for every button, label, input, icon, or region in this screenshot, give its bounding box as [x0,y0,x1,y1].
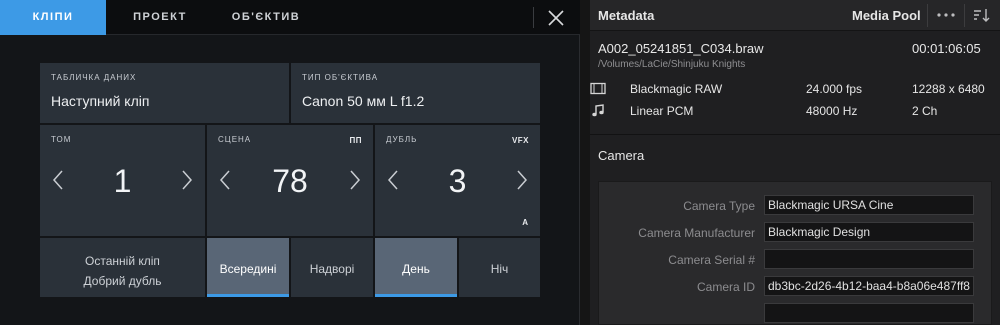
camera-serial-row: Camera Serial # [599,249,993,269]
day-button[interactable]: День [375,238,457,297]
music-note-icon [592,104,604,117]
reel-label: ТОМ [51,135,72,144]
camera-type-row: Camera Type Blackmagic URSA Cine [599,195,993,215]
audio-codec: Linear PCM [630,104,694,118]
header-divider [927,4,928,27]
data-plate-label: ТАБЛИЧКА ДАНИХ [51,73,137,82]
interior-label: Всередині [219,262,277,276]
lens-type-value: Canon 50 мм L f1.2 [302,93,425,109]
audio-channels: 2 Ch [912,104,938,118]
camera-id-label: Camera ID [696,280,755,294]
last-clip-good-take-button[interactable]: Останній кліп Добрий дубль [40,238,205,297]
last-clip-label: Останній кліп [85,254,160,268]
slate-tab-bar: КЛІПИ ПРОЕКТ ОБ'ЄКТИВ [0,0,580,35]
camera-manufacturer-field[interactable]: Blackmagic Design [764,222,974,242]
lens-type-cell[interactable]: ТИП ОБ'ЄКТИВА Canon 50 мм L f1.2 [291,63,540,123]
camera-section-title[interactable]: Camera [598,148,644,163]
slate-panel: КЛІПИ ПРОЕКТ ОБ'ЄКТИВ ТАБЛИЧКА ДАНИХ Нас… [0,0,580,325]
video-resolution: 12288 x 6480 [912,82,985,96]
data-plate-value: Наступний кліп [51,93,150,109]
more-options-icon[interactable] [936,13,956,17]
tab-project[interactable]: ПРОЕКТ [112,0,208,35]
reel-cell: ТОМ 1 [40,125,205,236]
day-label: День [402,262,430,276]
reel-increment-icon[interactable] [181,169,193,191]
video-fps: 24.000 fps [806,82,863,96]
clip-duration: 00:01:06:05 [912,41,981,56]
metadata-header: Metadata Media Pool [590,0,1000,31]
camera-extra-row [599,303,993,323]
take-cell: ДУБЛЬ VFX 3 A [375,125,540,236]
metadata-panel: Metadata Media Pool A002_05241851_C034.b… [590,0,1000,325]
camera-manufacturer-label: Camera Manufacturer [638,226,755,240]
tab-lens[interactable]: ОБ'ЄКТИВ [218,0,314,35]
day-selected-bar [375,294,457,297]
video-codec: Blackmagic RAW [630,82,723,96]
tab-clips[interactable]: КЛІПИ [0,0,106,35]
header-divider [964,4,965,27]
lens-type-label: ТИП ОБ'ЄКТИВА [302,73,379,82]
section-divider [590,134,1000,135]
take-label: ДУБЛЬ [386,135,418,144]
camera-manufacturer-row: Camera Manufacturer Blackmagic Design [599,222,993,242]
scene-tag[interactable]: ПП [350,136,363,145]
close-icon[interactable] [545,7,567,29]
data-plate-cell[interactable]: ТАБЛИЧКА ДАНИХ Наступний кліп [40,63,289,123]
camera-type-label: Camera Type [683,199,755,213]
audio-rate: 48000 Hz [806,104,858,118]
take-increment-icon[interactable] [516,169,528,191]
clip-path: /Volumes/LaCie/Shinjuku Knights [598,59,746,70]
scene-increment-icon[interactable] [349,169,361,191]
camera-extra-field[interactable] [764,303,974,323]
take-tag[interactable]: VFX [512,136,529,145]
audio-properties-row: Linear PCM 48000 Hz 2 Ch [590,104,1000,120]
night-button[interactable]: Ніч [459,238,540,297]
scene-cell: СЦЕНА ПП 78 [207,125,373,236]
video-properties-row: Blackmagic RAW 24.000 fps 12288 x 6480 [590,82,1000,98]
clip-name: A002_05241851_C034.braw [598,41,764,56]
exterior-button[interactable]: Надворі [291,238,373,297]
camera-fields-panel: Camera Type Blackmagic URSA Cine Camera … [598,181,992,325]
tab-bar-divider [533,7,534,28]
film-icon [590,82,606,95]
exterior-label: Надворі [309,262,355,276]
camera-id-field[interactable]: db3bc-2d26-4b12-baa4-b8a06e487ff8 [764,276,974,296]
scene-label: СЦЕНА [218,135,252,144]
camera-serial-field[interactable] [764,249,974,269]
interior-selected-bar [207,294,289,297]
interior-button[interactable]: Всередині [207,238,289,297]
sort-icon[interactable] [973,8,991,23]
metadata-title: Metadata [598,8,655,23]
camera-type-field[interactable]: Blackmagic URSA Cine [764,195,974,215]
night-label: Ніч [490,262,509,276]
take-flag: A [522,218,528,227]
camera-id-row: Camera ID db3bc-2d26-4b12-baa4-b8a06e487… [599,276,993,296]
camera-serial-label: Camera Serial # [668,253,755,267]
media-pool-button[interactable]: Media Pool [852,8,921,23]
good-take-label: Добрий дубль [83,274,162,288]
